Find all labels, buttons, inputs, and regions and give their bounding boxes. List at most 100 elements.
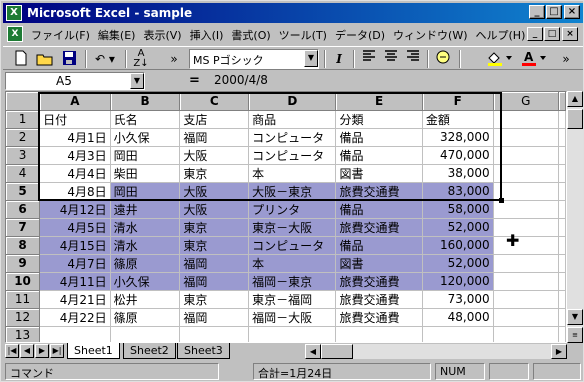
cell-filler[interactable] — [558, 326, 566, 342]
column-header-d[interactable]: D — [248, 92, 337, 111]
cell-f6[interactable]: 58,000 — [422, 200, 494, 219]
cell-a7[interactable]: 4月5日 — [39, 218, 111, 237]
cell-d2[interactable]: コンピュータ — [248, 128, 337, 147]
vertical-scrollbar[interactable]: ▲ ▼ ≡ — [567, 91, 583, 343]
menu-format[interactable]: 書式(O) — [227, 27, 274, 43]
cell-e13[interactable] — [335, 326, 423, 342]
cell-c1[interactable]: 支店 — [179, 110, 250, 129]
cell-g4[interactable] — [493, 164, 560, 183]
cell-c9[interactable]: 福岡 — [179, 254, 250, 273]
cell-a11[interactable]: 4月21日 — [39, 290, 111, 309]
first-sheet-icon[interactable]: |◀ — [5, 344, 19, 358]
cell-filler[interactable] — [558, 290, 566, 309]
cell-d13[interactable] — [248, 326, 337, 342]
cell-b5[interactable]: 岡田 — [110, 182, 181, 201]
column-header-b[interactable]: B — [110, 92, 181, 111]
scroll-down-icon[interactable]: ▼ — [567, 309, 583, 325]
cell-f2[interactable]: 328,000 — [422, 128, 494, 147]
row-header[interactable]: 6 — [6, 200, 41, 219]
cell-e9[interactable]: 図書 — [335, 254, 423, 273]
cell-c10[interactable]: 福岡 — [179, 272, 250, 291]
select-all-corner[interactable] — [6, 92, 41, 111]
cell-e11[interactable]: 旅費交通費 — [335, 290, 423, 309]
cell-d4[interactable]: 本 — [248, 164, 337, 183]
menu-data[interactable]: データ(D) — [331, 27, 389, 43]
fill-handle[interactable] — [499, 198, 504, 203]
chevron-down-icon[interactable]: ▼ — [304, 50, 318, 67]
cell-e5[interactable]: 旅費交通費 — [335, 182, 423, 201]
cell-e1[interactable]: 分類 — [335, 110, 423, 129]
cell-c5[interactable]: 大阪 — [179, 182, 250, 201]
fill-color-icon[interactable] — [485, 49, 515, 69]
cell-d8[interactable]: コンピュータ — [248, 236, 337, 255]
row-header[interactable]: 2 — [6, 128, 41, 147]
align-right-icon[interactable] — [403, 49, 423, 69]
split-box-icon[interactable]: ≡ — [567, 327, 583, 343]
cell-e3[interactable]: 備品 — [335, 146, 423, 165]
cell-c2[interactable]: 福岡 — [179, 128, 250, 147]
workbook-icon[interactable]: X — [7, 26, 23, 42]
cell-f11[interactable]: 73,000 — [422, 290, 494, 309]
cell-e12[interactable]: 旅費交通費 — [335, 308, 423, 327]
formula-input[interactable]: 2000/4/8 — [211, 72, 581, 90]
cell-filler[interactable] — [558, 182, 566, 201]
row-header[interactable]: 3 — [6, 146, 41, 165]
cell-filler[interactable] — [558, 218, 566, 237]
menu-edit[interactable]: 編集(E) — [94, 27, 140, 43]
cell-d5[interactable]: 大阪－東京 — [248, 182, 337, 201]
cell-b11[interactable]: 松井 — [110, 290, 181, 309]
cell-b3[interactable]: 岡田 — [110, 146, 181, 165]
cell-c12[interactable]: 福岡 — [179, 308, 250, 327]
cell-f3[interactable]: 470,000 — [422, 146, 494, 165]
cell-c13[interactable] — [179, 326, 250, 342]
row-header[interactable]: 9 — [6, 254, 41, 273]
doc-minimize-button[interactable]: _ — [527, 27, 543, 41]
cell-d6[interactable]: プリンタ — [248, 200, 337, 219]
horizontal-scrollbar[interactable]: ◀ ▶ — [305, 344, 567, 359]
cell-a1[interactable]: 日付 — [39, 110, 111, 129]
last-sheet-icon[interactable]: ▶| — [50, 344, 64, 358]
row-header[interactable]: 12 — [6, 308, 41, 327]
cell-f7[interactable]: 52,000 — [422, 218, 494, 237]
column-header-a[interactable]: A — [39, 92, 111, 111]
cell-f8[interactable]: 160,000 — [422, 236, 494, 255]
sort-icon[interactable]: A Z↓ — [131, 49, 151, 69]
spreadsheet-grid[interactable]: A B C D E F G 1 日付 氏名 支店 商品 分類 金額 2 4月1日 小久保 福岡 コンピュータ 備品 32… — [5, 91, 567, 343]
cell-c4[interactable]: 東京 — [179, 164, 250, 183]
font-color-icon[interactable]: A — [519, 49, 549, 69]
cell-d3[interactable]: コンピュータ — [248, 146, 337, 165]
cell-c8[interactable]: 東京 — [179, 236, 250, 255]
cell-b7[interactable]: 清水 — [110, 218, 181, 237]
cell-a8[interactable]: 4月15日 — [39, 236, 111, 255]
cell-g2[interactable] — [493, 128, 560, 147]
column-header-f[interactable]: F — [422, 92, 494, 111]
menu-file[interactable]: ファイル(F) — [27, 27, 94, 43]
cell-g9[interactable] — [493, 254, 560, 273]
name-box[interactable]: A5 ▼ — [5, 72, 145, 90]
cell-g11[interactable] — [493, 290, 560, 309]
cell-f12[interactable]: 48,000 — [422, 308, 494, 327]
cell-d9[interactable]: 本 — [248, 254, 337, 273]
next-sheet-icon[interactable]: ▶ — [35, 344, 49, 358]
row-header[interactable]: 1 — [6, 110, 41, 129]
scroll-right-icon[interactable]: ▶ — [551, 344, 567, 359]
cell-b9[interactable]: 篠原 — [110, 254, 181, 273]
prev-sheet-icon[interactable]: ◀ — [20, 344, 34, 358]
column-header-g[interactable]: G — [493, 92, 560, 111]
italic-icon[interactable]: I — [329, 49, 349, 69]
scroll-left-icon[interactable]: ◀ — [305, 344, 321, 359]
more-icon[interactable]: » — [167, 49, 181, 69]
cell-c3[interactable]: 大阪 — [179, 146, 250, 165]
cell-c6[interactable]: 大阪 — [179, 200, 250, 219]
cell-b12[interactable]: 篠原 — [110, 308, 181, 327]
cell-f13[interactable] — [422, 326, 494, 342]
font-name-select[interactable]: MS Pゴシック ▼ — [189, 49, 319, 69]
menu-window[interactable]: ウィンドウ(W) — [389, 27, 471, 43]
cell-g1[interactable] — [493, 110, 560, 129]
cell-g12[interactable] — [493, 308, 560, 327]
cell-b1[interactable]: 氏名 — [110, 110, 181, 129]
row-header[interactable]: 10 — [6, 272, 41, 291]
cell-a4[interactable]: 4月4日 — [39, 164, 111, 183]
cell-b6[interactable]: 遠井 — [110, 200, 181, 219]
cell-e6[interactable]: 備品 — [335, 200, 423, 219]
